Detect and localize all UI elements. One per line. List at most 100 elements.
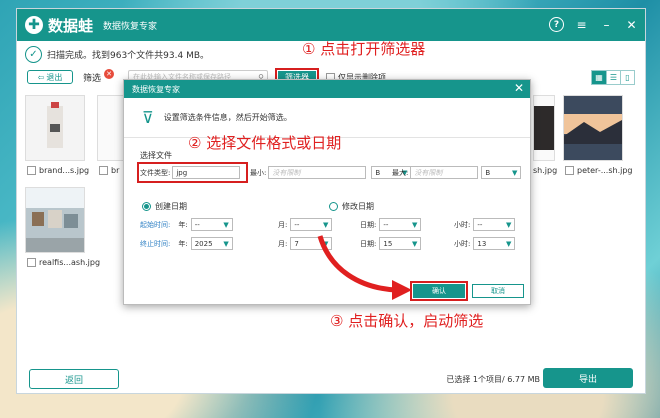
end-day-select[interactable]: 15 ▼ bbox=[379, 237, 422, 250]
detail-view-icon[interactable]: ▯ bbox=[620, 71, 634, 84]
file-checkbox-3[interactable] bbox=[27, 258, 36, 267]
thumbnail-image-1 bbox=[26, 96, 84, 160]
chevron-down-icon: ▼ bbox=[322, 239, 329, 248]
minimize-icon[interactable]: – bbox=[599, 17, 614, 32]
bottom-bar: 返回 已选择 1个项目/ 6.77 MB 导出 bbox=[17, 361, 645, 393]
exit-label: 退出 bbox=[46, 72, 63, 82]
chevron-down-icon: ▼ bbox=[505, 239, 512, 248]
logo-icon: ✚ bbox=[25, 16, 43, 34]
start-year-label: 年: bbox=[178, 220, 188, 229]
filter-dialog: 数据恢复专家 ✕ ⊽ 设置筛选条件信息，然后开始筛选。 选择文件 文件类型: j… bbox=[123, 79, 531, 305]
thumbnail-3[interactable] bbox=[25, 187, 85, 253]
start-time-label: 起始时间: bbox=[140, 220, 171, 229]
start-hour-label: 小时: bbox=[454, 220, 471, 229]
radio-created-dot[interactable] bbox=[142, 202, 151, 211]
dialog-header-text: 设置筛选条件信息，然后开始筛选。 bbox=[163, 113, 292, 122]
file-name-4: sh.jpg bbox=[533, 166, 558, 175]
end-day-label: 日期: bbox=[360, 239, 377, 248]
cancel-button[interactable]: 取消 bbox=[472, 284, 524, 298]
start-day-value: -- bbox=[383, 220, 389, 229]
grid-view-icon[interactable]: ▦ bbox=[592, 71, 606, 84]
end-hour-value: 13 bbox=[477, 239, 487, 248]
end-time-row: 终止时间: 年: 2025 ▼ bbox=[140, 237, 233, 250]
file-name-2-partial: br bbox=[111, 166, 120, 175]
selection-info: 已选择 1个项目/ 6.77 MB bbox=[446, 375, 540, 384]
end-year-select[interactable]: 2025 ▼ bbox=[190, 237, 233, 250]
back-button[interactable]: 返回 bbox=[29, 369, 119, 389]
end-year-label: 年: bbox=[178, 239, 188, 248]
end-hour-select[interactable]: 13 ▼ bbox=[473, 237, 516, 250]
file-item-2-partial[interactable]: br bbox=[99, 166, 119, 175]
app-title: 数据恢复专家 bbox=[103, 21, 158, 32]
thumbnail-1[interactable] bbox=[25, 95, 85, 161]
chevron-down-icon: ▼ bbox=[322, 220, 329, 229]
chevron-down-icon: ▼ bbox=[223, 220, 229, 229]
section-select-file: 选择文件 bbox=[140, 151, 172, 160]
start-day-select[interactable]: -- ▼ bbox=[379, 218, 422, 231]
file-checkbox-1[interactable] bbox=[27, 166, 36, 175]
check-icon: ✓ bbox=[25, 45, 42, 63]
file-name-3: realfis...ash.jpg bbox=[39, 258, 101, 267]
max-unit-select[interactable]: B ▼ bbox=[481, 166, 522, 179]
min-unit-value: B bbox=[375, 168, 381, 177]
max-size-input[interactable]: 没有限制 bbox=[410, 166, 479, 179]
thumbnail-5[interactable] bbox=[563, 95, 623, 161]
radio-modified-dot[interactable] bbox=[329, 202, 338, 211]
end-month-select[interactable]: 7 ▼ bbox=[290, 237, 333, 250]
help-icon[interactable]: ? bbox=[549, 17, 564, 32]
start-month-select[interactable]: -- ▼ bbox=[290, 218, 333, 231]
title-bar: ✚ 数据蛙 数据恢复专家 ? ≡ – ✕ bbox=[17, 9, 645, 41]
chevron-down-icon: ▼ bbox=[223, 239, 229, 248]
annotation-step2: ② 选择文件格式或日期 bbox=[188, 134, 342, 152]
thumbnail-2[interactable] bbox=[97, 95, 125, 161]
logo-text: 数据蛙 bbox=[48, 16, 94, 35]
end-hour-label: 小时: bbox=[454, 239, 471, 248]
max-size-label: 最大: bbox=[392, 168, 409, 177]
annotation-step1: ① 点击打开筛选器 bbox=[302, 40, 426, 58]
max-size-field: 最大: 没有限制 B ▼ bbox=[392, 166, 522, 179]
end-day-field: 日期: 15 ▼ bbox=[360, 237, 422, 250]
clear-filter-icon[interactable]: ✕ bbox=[104, 69, 115, 79]
radio-modified-label: 修改日期 bbox=[342, 202, 374, 211]
file-item-3[interactable]: realfis...ash.jpg bbox=[27, 258, 100, 267]
min-size-label: 最小: bbox=[250, 168, 267, 177]
end-day-value: 15 bbox=[383, 239, 393, 248]
start-time-row: 起始时间: 年: -- ▼ bbox=[140, 218, 233, 231]
chevron-down-icon: ▼ bbox=[505, 220, 512, 229]
annotation-step3: ③ 点击确认，启动筛选 bbox=[330, 312, 484, 330]
start-day-field: 日期: -- ▼ bbox=[360, 218, 422, 231]
end-hour-field: 小时: 13 ▼ bbox=[454, 237, 516, 250]
chevron-down-icon: ▼ bbox=[511, 168, 518, 177]
thumbnail-4[interactable] bbox=[533, 95, 555, 161]
view-toggles: ▦ ☰ ▯ bbox=[591, 70, 635, 85]
min-size-field: 最小: 没有限制 B ▼ bbox=[250, 166, 412, 179]
end-time-label: 终止时间: bbox=[140, 239, 171, 248]
file-item-5[interactable]: peter-...sh.jpg bbox=[565, 166, 633, 175]
confirm-button[interactable]: 确认 bbox=[410, 281, 468, 301]
radio-modified-date[interactable]: 修改日期 bbox=[329, 201, 374, 212]
chevron-down-icon: ▼ bbox=[411, 239, 418, 248]
file-checkbox-2[interactable] bbox=[99, 166, 108, 175]
thumbnail-image-4 bbox=[534, 106, 554, 150]
chevron-down-icon: ▼ bbox=[411, 220, 418, 229]
export-button[interactable]: 导出 bbox=[543, 368, 633, 388]
file-item-4[interactable]: sh.jpg bbox=[533, 166, 557, 175]
menu-icon[interactable]: ≡ bbox=[574, 17, 589, 32]
start-year-select[interactable]: -- ▼ bbox=[190, 218, 233, 231]
start-month-label: 月: bbox=[278, 220, 288, 229]
exit-button[interactable]: ⇦ 退出 bbox=[27, 70, 73, 84]
start-hour-select[interactable]: -- ▼ bbox=[473, 218, 516, 231]
list-view-icon[interactable]: ☰ bbox=[606, 71, 620, 84]
close-icon[interactable]: ✕ bbox=[624, 17, 639, 32]
min-size-input[interactable]: 没有限制 bbox=[268, 166, 367, 179]
file-checkbox-5[interactable] bbox=[565, 166, 574, 175]
end-month-value: 7 bbox=[294, 239, 299, 248]
radio-created-date[interactable]: 创建日期 bbox=[142, 201, 187, 212]
dialog-close-icon[interactable]: ✕ bbox=[514, 81, 524, 95]
dialog-title-bar: 数据恢复专家 ✕ bbox=[124, 80, 530, 98]
max-unit-value: B bbox=[485, 168, 491, 177]
start-day-label: 日期: bbox=[360, 220, 377, 229]
file-item-1[interactable]: brand...s.jpg bbox=[27, 166, 89, 175]
end-month-field: 月: 7 ▼ bbox=[278, 237, 333, 250]
start-month-value: -- bbox=[294, 220, 300, 229]
